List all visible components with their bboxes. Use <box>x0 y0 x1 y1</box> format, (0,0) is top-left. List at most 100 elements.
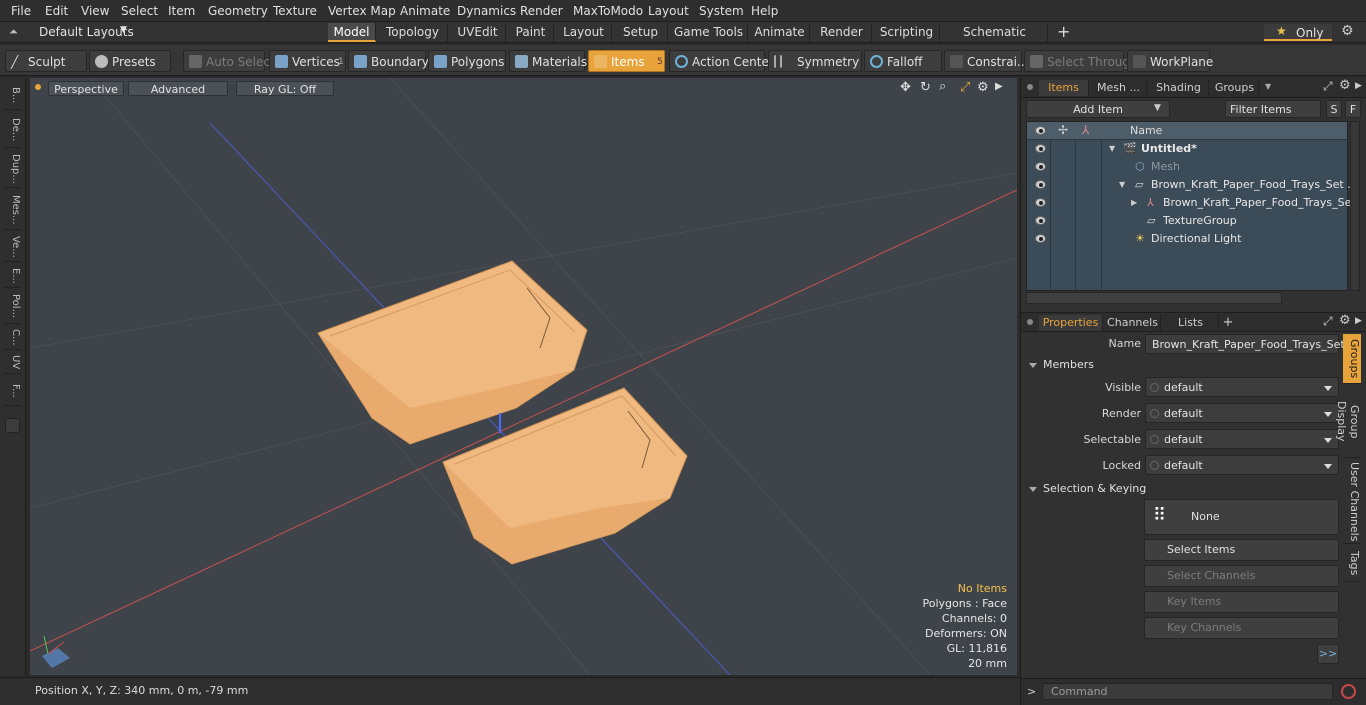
polygons-button[interactable]: Polygons <box>428 50 506 72</box>
tab-setup[interactable]: Setup <box>614 23 668 42</box>
tabs-overflow-icon[interactable]: ▼ <box>1265 82 1271 91</box>
selectable-dropdown[interactable]: default <box>1145 429 1339 449</box>
menu-item[interactable]: Item <box>168 4 195 18</box>
visibility-icon[interactable] <box>1035 162 1046 171</box>
tab-mesh[interactable]: Mesh ... <box>1091 80 1147 96</box>
menu-animate[interactable]: Animate <box>400 4 450 18</box>
menu-file[interactable]: File <box>11 4 31 18</box>
properties-more-icon[interactable]: ▶ <box>1355 316 1362 326</box>
tab-uvedit[interactable]: UVEdit <box>450 23 506 42</box>
items-button[interactable]: Items 5 <box>588 50 665 72</box>
filter-items-input[interactable]: Filter Items <box>1225 100 1321 118</box>
more-button[interactable]: >> <box>1317 644 1339 664</box>
action-center-button[interactable]: Action Center <box>669 50 774 72</box>
viewport-more-icon[interactable]: ▶ <box>995 81 1003 92</box>
menu-layout[interactable]: Layout <box>648 4 689 18</box>
visibility-icon[interactable] <box>1035 198 1046 207</box>
tree-row-directional-light[interactable]: ☀ Directional Light <box>1027 230 1347 248</box>
zoom-icon[interactable]: ⌕ <box>939 79 946 94</box>
side-tab-user-channels[interactable]: User Channels <box>1343 460 1361 544</box>
visibility-icon[interactable] <box>1035 144 1046 153</box>
add-item-dropdown-icon[interactable]: ▼ <box>1154 103 1161 113</box>
visibility-icon[interactable] <box>1035 234 1046 243</box>
side-tab-groups[interactable]: Groups <box>1343 334 1361 384</box>
side-tab-group-display[interactable]: Group Display <box>1335 386 1361 458</box>
panel-gear-icon[interactable]: ⚙ <box>1339 78 1351 93</box>
menu-maxtomodo[interactable]: MaxToModo <box>573 4 643 18</box>
menu-texture[interactable]: Texture <box>273 4 317 18</box>
left-tab-fusion[interactable]: F... <box>4 376 21 406</box>
expand-panel-icon[interactable]: ⤢ <box>1323 79 1333 94</box>
tab-channels[interactable]: Channels <box>1105 315 1161 331</box>
menu-view[interactable]: View <box>81 4 109 18</box>
left-tab-deform[interactable]: De... <box>4 112 21 148</box>
panel-menu-dot[interactable] <box>1027 84 1033 90</box>
layout-up-icon[interactable]: ⏶ <box>9 25 21 38</box>
key-items-button[interactable]: Key Items <box>1144 591 1339 613</box>
render-dropdown[interactable]: default <box>1145 403 1339 423</box>
tree-row-scene[interactable]: ▼ 🎬 Untitled* <box>1027 140 1347 158</box>
tab-render[interactable]: Render <box>812 23 872 42</box>
tab-model[interactable]: Model <box>328 23 376 42</box>
menu-dynamics[interactable]: Dynamics <box>457 4 516 18</box>
auto-select-button[interactable]: Auto Select <box>183 50 275 72</box>
selection-keying-section[interactable]: Selection & Keying <box>1029 482 1146 495</box>
select-items-button[interactable]: Select Items <box>1144 539 1339 561</box>
key-channels-button[interactable]: Key Channels <box>1144 617 1339 639</box>
command-input[interactable]: Command <box>1042 683 1333 700</box>
tab-layout[interactable]: Layout <box>556 23 612 42</box>
perspective-button[interactable]: Perspective <box>48 81 124 96</box>
tree-row-trays-mesh[interactable]: ▶ ⅄ Brown_Kraft_Paper_Food_Trays_Set <box>1027 194 1356 212</box>
tab-game-tools[interactable]: Game Tools <box>670 23 748 42</box>
expand-arrow-icon[interactable]: ▼ <box>1119 176 1125 194</box>
only-toggle[interactable]: ★ Only <box>1264 24 1332 41</box>
menu-render[interactable]: Render <box>520 4 563 18</box>
maximize-icon[interactable]: ⤢ <box>960 80 970 95</box>
tray-model-1[interactable] <box>317 260 588 445</box>
viewport-gear-icon[interactable]: ⚙ <box>977 80 989 95</box>
menu-help[interactable]: Help <box>751 4 778 18</box>
left-tab-uv[interactable]: UV <box>4 352 21 374</box>
tab-shading[interactable]: Shading <box>1149 80 1209 96</box>
presets-button[interactable]: Presets <box>89 50 171 72</box>
workplane-button[interactable]: WorkPlane <box>1127 50 1213 72</box>
record-icon[interactable] <box>1341 684 1356 699</box>
tree-horizontal-scrollbar[interactable] <box>1026 292 1282 304</box>
left-tab-edge[interactable]: E... <box>4 264 21 288</box>
3d-viewport[interactable]: Perspective Advanced Ray GL: Off ✥ ↻ ⌕ ⤢… <box>30 78 1017 675</box>
tree-row-mesh[interactable]: ⬡ Mesh <box>1027 158 1347 176</box>
pan-icon[interactable]: ✥ <box>900 80 911 95</box>
panel-more-icon[interactable]: ▶ <box>1355 81 1362 91</box>
tab-scripting[interactable]: Scripting <box>874 23 940 42</box>
visible-dropdown[interactable]: default <box>1145 377 1339 397</box>
none-button[interactable]: ⠿ None <box>1144 499 1339 535</box>
name-field[interactable]: Brown_Kraft_Paper_Food_Trays_Set <box>1145 334 1345 354</box>
locked-dropdown[interactable]: default <box>1145 455 1339 475</box>
left-tab-curve[interactable]: C... <box>4 326 21 350</box>
sculpt-button[interactable]: ╱ Sculpt <box>5 50 87 72</box>
expand-arrow-icon[interactable]: ▼ <box>1109 140 1115 158</box>
constraints-button[interactable]: Constrai... <box>944 50 1028 72</box>
tab-items[interactable]: Items <box>1039 80 1089 96</box>
menu-edit[interactable]: Edit <box>45 4 68 18</box>
advanced-button[interactable]: Advanced <box>128 81 228 96</box>
boundary-button[interactable]: Boundary <box>348 50 429 72</box>
symmetry-button[interactable]: Symmetry <box>768 50 862 72</box>
menu-vertex-map[interactable]: Vertex Map <box>328 4 396 18</box>
tab-paint[interactable]: Paint <box>508 23 554 42</box>
left-tab-mesh[interactable]: Mes... <box>4 190 21 230</box>
visibility-icon[interactable] <box>1035 216 1046 225</box>
raygl-button[interactable]: Ray GL: Off <box>236 81 334 96</box>
left-tab-vertex[interactable]: Ve... <box>4 232 21 262</box>
add-tab-icon[interactable]: + <box>1057 22 1070 41</box>
tree-row-texturegroup[interactable]: ▱ TextureGroup <box>1027 212 1347 230</box>
f-filter-button[interactable]: F <box>1345 100 1361 118</box>
left-tabs-toggle[interactable] <box>5 418 20 433</box>
members-section[interactable]: Members <box>1029 358 1094 371</box>
properties-expand-icon[interactable]: ⤢ <box>1323 314 1333 329</box>
menu-select[interactable]: Select <box>121 4 158 18</box>
s-filter-button[interactable]: S <box>1326 100 1342 118</box>
tab-lists[interactable]: Lists <box>1163 315 1219 331</box>
materials-button[interactable]: Materials <box>509 50 587 72</box>
layout-selector[interactable]: Default Layouts ▼ <box>30 24 150 41</box>
